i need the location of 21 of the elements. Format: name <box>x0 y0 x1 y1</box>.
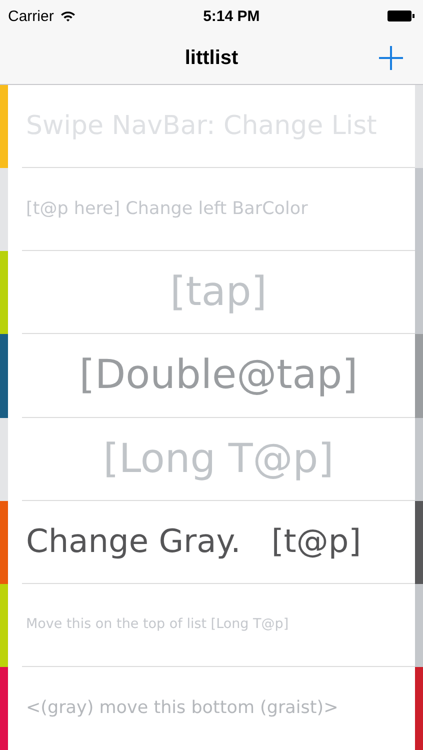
left-bar[interactable] <box>0 251 8 334</box>
left-bar[interactable] <box>0 168 8 252</box>
plus-icon <box>378 45 404 71</box>
row-text: [tap] <box>170 270 267 314</box>
row-text: Move this on the top of list [Long T@p] <box>26 617 289 632</box>
left-bar[interactable] <box>0 500 8 584</box>
row-text: [t@p here] Change left BarColor <box>26 200 308 219</box>
battery-icon <box>387 10 415 22</box>
left-bar[interactable] <box>0 584 8 667</box>
left-bar[interactable] <box>0 85 8 168</box>
wifi-icon <box>60 10 76 22</box>
row-text: <(gray) move this bottom (graist)> <box>26 698 338 718</box>
carrier-label: Carrier <box>8 8 54 24</box>
row-text: [Double@tap] <box>79 353 358 398</box>
left-bar[interactable] <box>0 418 8 501</box>
row-text: Change Gray. [t@p] <box>26 524 362 560</box>
nav-title: littlist <box>184 46 238 70</box>
row-text: [Long T@p] <box>103 436 334 481</box>
left-bar[interactable] <box>0 666 8 750</box>
left-bar[interactable] <box>0 334 8 418</box>
clock-label: 5:14 PM <box>202 8 261 24</box>
